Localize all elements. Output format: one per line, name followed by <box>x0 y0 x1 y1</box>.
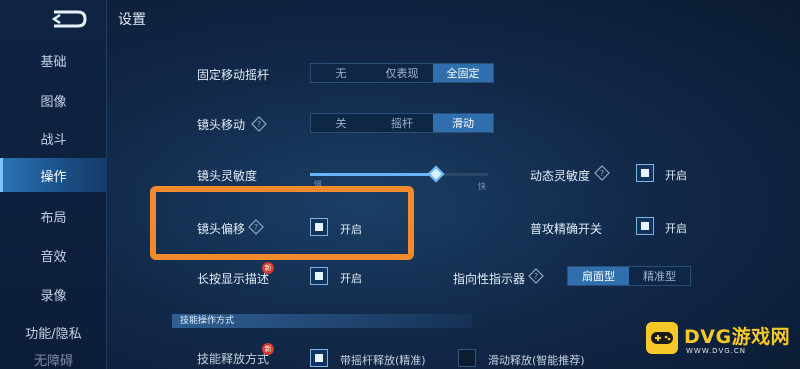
new-badge: 新 <box>262 262 274 274</box>
back-icon[interactable] <box>48 8 88 30</box>
slider-max-label: 快 <box>478 182 486 191</box>
skill-release-option-a-label: 带摇杆释放(精准) <box>340 354 426 367</box>
checkbox-mark <box>641 222 649 230</box>
sidebar-item-basic[interactable]: 基础 <box>0 43 107 77</box>
indicator-option-fan[interactable]: 扇面型 <box>568 267 629 285</box>
camera-move-label: 镜头移动 <box>197 118 246 132</box>
indicator-option-precise[interactable]: 精准型 <box>629 267 690 285</box>
gamepad-logo-icon <box>646 322 678 354</box>
joystick-segmented: 无 仅表现 全固定 <box>310 63 494 83</box>
sidebar-item-label: 图像 <box>40 94 67 110</box>
help-icon[interactable]: ? <box>251 116 267 132</box>
precise-attack-toggle-label: 开启 <box>665 222 687 235</box>
checkbox-mark <box>315 272 323 280</box>
sidebar-item-label: 操作 <box>40 169 67 185</box>
camera-move-option-joystick[interactable]: 摇杆 <box>371 114 433 132</box>
skill-release-option-b-label: 滑动释放(智能推荐) <box>488 354 585 367</box>
sidebar-item-accessibility[interactable]: 无障碍 <box>0 350 107 369</box>
direction-indicator-label: 指向性指示器 <box>453 272 526 286</box>
highlight-box <box>150 186 414 260</box>
section-header-skill: 技能操作方式 <box>172 314 472 328</box>
sensitivity-slider-thumb[interactable] <box>427 165 445 183</box>
dynamic-sensitivity-label: 动态灵敏度 <box>530 169 591 183</box>
sidebar-item-label: 录像 <box>40 288 67 304</box>
long-press-desc-checkbox[interactable] <box>310 267 328 285</box>
direction-indicator-segmented: 扇面型 精准型 <box>567 266 691 286</box>
watermark-title: DVG游戏网 <box>684 326 791 348</box>
skill-release-option-b-checkbox[interactable] <box>458 349 476 367</box>
help-icon[interactable]: ? <box>528 268 544 284</box>
sidebar-item-layout[interactable]: 布局 <box>0 199 107 233</box>
skill-release-option-a-checkbox[interactable] <box>310 349 328 367</box>
sidebar-item-label: 基础 <box>40 54 67 70</box>
sidebar-item-combat[interactable]: 战斗 <box>0 121 107 155</box>
gamepad-icon <box>651 332 673 344</box>
dynamic-sensitivity-toggle-label: 开启 <box>665 169 687 182</box>
precise-attack-label: 普攻精确开关 <box>530 222 603 236</box>
sidebar-item-privacy[interactable]: 功能/隐私 <box>0 315 107 349</box>
sidebar-item-label: 布局 <box>40 210 67 226</box>
precise-attack-checkbox[interactable] <box>636 217 654 235</box>
camera-move-segmented: 关 摇杆 滑动 <box>310 113 494 133</box>
sidebar-item-graphics[interactable]: 图像 <box>0 83 107 117</box>
settings-sidebar: 基础 图像 战斗 操作 布局 音效 录像 功能/隐私 无障碍 <box>0 0 107 369</box>
sidebar-item-audio[interactable]: 音效 <box>0 238 107 272</box>
sensitivity-slider-track[interactable] <box>310 173 488 176</box>
sidebar-item-label: 功能/隐私 <box>25 326 82 342</box>
sidebar-item-label: 战斗 <box>40 132 67 148</box>
help-icon[interactable]: ? <box>594 165 610 181</box>
joystick-option-full[interactable]: 全固定 <box>433 64 493 82</box>
sidebar-item-controls[interactable]: 操作 <box>0 158 107 192</box>
sidebar-item-label: 音效 <box>40 249 67 265</box>
sensitivity-slider-fill <box>310 173 437 176</box>
dynamic-sensitivity-checkbox[interactable] <box>636 164 654 182</box>
long-press-desc-label: 长按显示描述 <box>197 272 270 286</box>
sidebar-item-label: 无障碍 <box>33 354 73 369</box>
watermark: DVG游戏网 WWW.DVG.CN <box>640 316 798 366</box>
svg-text:?: ? <box>600 169 604 178</box>
camera-sensitivity-label: 镜头灵敏度 <box>197 169 258 183</box>
long-press-desc-toggle-label: 开启 <box>340 272 362 285</box>
svg-text:?: ? <box>534 272 538 281</box>
watermark-url: WWW.DVG.CN <box>686 347 747 355</box>
joystick-option-none[interactable]: 无 <box>311 64 371 82</box>
page-title: 设置 <box>118 12 146 28</box>
camera-move-option-off[interactable]: 关 <box>311 114 371 132</box>
skill-release-label: 技能释放方式 <box>197 352 270 366</box>
joystick-label: 固定移动摇杆 <box>197 68 270 82</box>
checkbox-mark <box>641 169 649 177</box>
svg-text:?: ? <box>257 120 261 129</box>
camera-move-option-swipe[interactable]: 滑动 <box>433 114 493 132</box>
checkbox-mark <box>315 354 323 362</box>
joystick-option-visual[interactable]: 仅表现 <box>371 64 433 82</box>
sidebar-item-replay[interactable]: 录像 <box>0 277 107 311</box>
new-badge: 新 <box>262 343 274 355</box>
